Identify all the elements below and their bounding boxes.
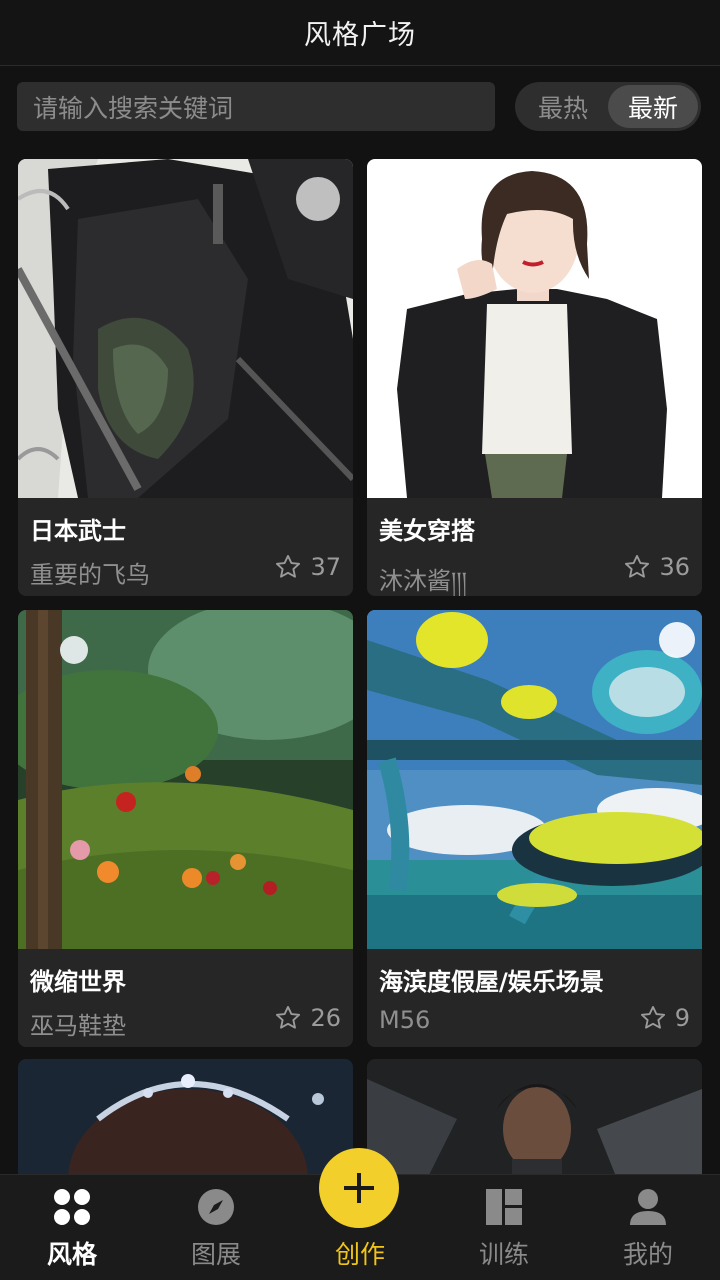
like-count: 9 (674, 1004, 690, 1032)
app-header: 风格广场 (0, 0, 720, 66)
tab-train[interactable]: 训练 (432, 1175, 576, 1280)
like-button[interactable]: 37 (274, 553, 341, 581)
like-button[interactable]: 9 (639, 1004, 690, 1032)
tab-label: 风格 (46, 1240, 97, 1269)
card-image-miniature[interactable] (18, 610, 353, 949)
like-count: 26 (310, 1004, 341, 1032)
card-title: 海滨度假屋/娱乐场景 (379, 968, 604, 996)
create-button[interactable] (319, 1148, 399, 1228)
tab-label: 训练 (478, 1240, 529, 1269)
card-author: 巫马鞋垫 (30, 1012, 126, 1040)
card-image-fashion[interactable] (367, 159, 702, 498)
grid-icon (54, 1189, 90, 1225)
like-count: 37 (310, 553, 341, 581)
style-card[interactable]: 微缩世界 巫马鞋垫 26 (18, 610, 353, 1047)
like-button[interactable]: 36 (623, 553, 690, 581)
style-card[interactable]: 美女穿搭 沐沐酱།།། 36 (367, 159, 702, 596)
card-author: M56 (379, 1006, 431, 1034)
star-icon (640, 1005, 665, 1029)
tab-mine[interactable]: 我的 (576, 1175, 720, 1280)
dashboard-icon (486, 1189, 522, 1225)
user-icon (630, 1189, 666, 1225)
card-title: 美女穿搭 (379, 517, 475, 545)
card-title: 日本武士 (30, 517, 126, 545)
style-card[interactable]: 日本武士 重要的飞鸟 37 (18, 159, 353, 596)
star-icon (276, 1005, 301, 1029)
tab-style[interactable]: 风格 (0, 1175, 144, 1280)
tab-gallery[interactable]: 图展 (144, 1175, 288, 1280)
card-title: 微缩世界 (30, 968, 126, 996)
style-card[interactable]: 海滨度假屋/娱乐场景 M56 9 (367, 610, 702, 1047)
plus-icon (344, 1173, 374, 1203)
tab-label: 我的 (622, 1240, 673, 1269)
like-button[interactable]: 26 (274, 1004, 341, 1032)
like-count: 36 (659, 553, 690, 581)
star-icon (625, 554, 650, 578)
sort-new-button[interactable]: 最新 (608, 85, 698, 128)
sort-toggle: 最热 最新 (515, 82, 701, 131)
star-icon (276, 554, 301, 578)
card-author: 重要的飞鸟 (30, 561, 150, 589)
sort-hot-button[interactable]: 最热 (518, 85, 608, 128)
card-author: 沐沐酱།།། (379, 567, 467, 595)
search-input[interactable]: 请输入搜索关键词 (17, 82, 495, 131)
card-image-seaside[interactable] (367, 610, 702, 949)
card-image-princess[interactable] (18, 1059, 353, 1179)
page-title: 风格广场 (304, 20, 416, 51)
tab-label: 图展 (190, 1240, 241, 1269)
card-image-mecha[interactable] (367, 1059, 702, 1179)
search-placeholder: 请输入搜索关键词 (33, 93, 234, 123)
card-image-samurai[interactable] (18, 159, 353, 498)
tab-label: 创作 (334, 1240, 385, 1269)
compass-icon (198, 1189, 234, 1225)
